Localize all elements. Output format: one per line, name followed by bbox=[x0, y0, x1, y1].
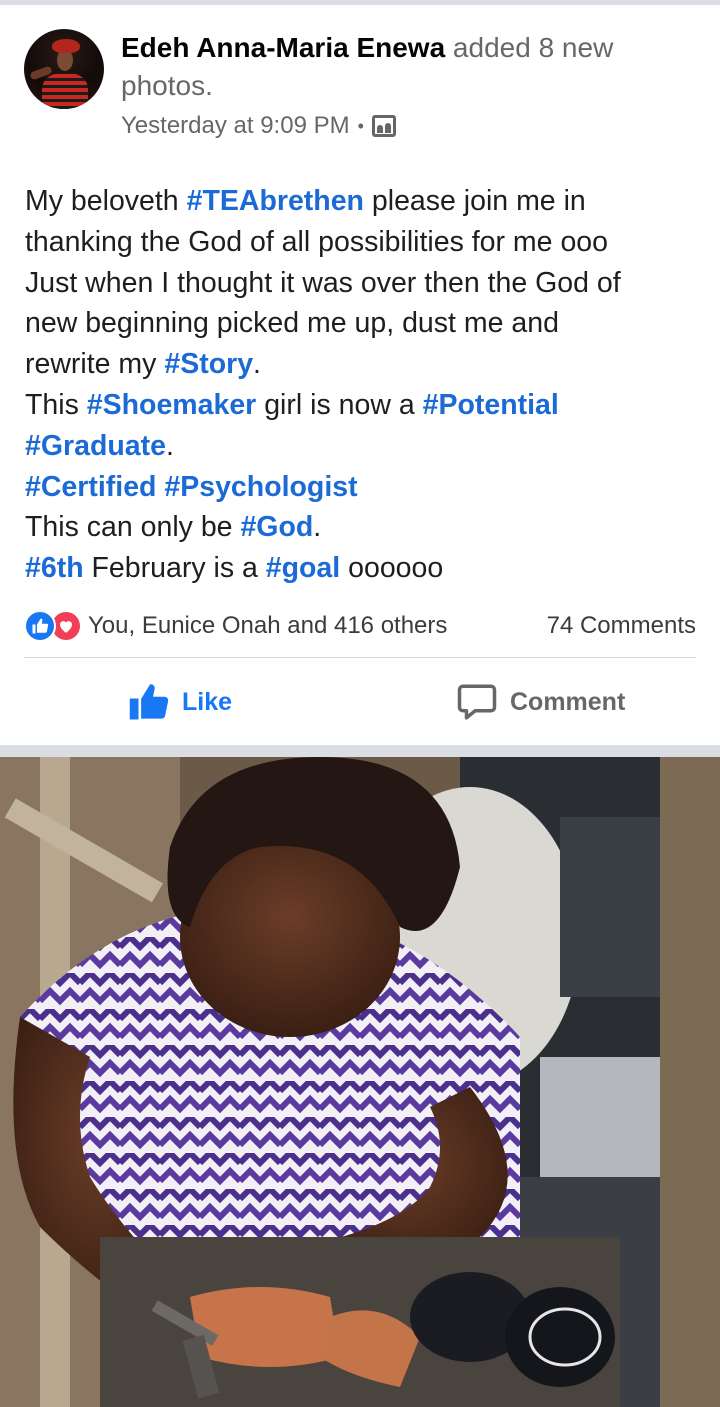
comment-icon bbox=[457, 684, 497, 720]
post-text-segment: . bbox=[253, 348, 261, 381]
post-text-line: new beginning picked me up, dust me and bbox=[25, 303, 705, 344]
like-reaction-icon bbox=[24, 610, 56, 642]
post-text-line: #Certified #Psychologist bbox=[25, 467, 705, 508]
post-text-segment: thanking the God of all possibilities fo… bbox=[25, 225, 608, 258]
post-text-segment: This can only be bbox=[25, 511, 241, 544]
hashtag-link[interactable]: #God bbox=[240, 511, 313, 543]
post-text-segment: . bbox=[165, 429, 174, 462]
hashtag-link[interactable]: #goal bbox=[266, 552, 340, 584]
hashtag-link[interactable]: #Shoemaker bbox=[87, 389, 257, 421]
reactions-summary[interactable]: You, Eunice Onah and 416 others bbox=[88, 612, 447, 640]
post-text-line: Just when I thought it was over then the… bbox=[25, 263, 705, 304]
section-separator bbox=[0, 745, 720, 757]
post-text-line: rewrite my #Story. bbox=[25, 344, 705, 385]
reactions-bar[interactable]: You, Eunice Onah and 416 others 74 Comme… bbox=[24, 608, 696, 644]
post-text-segment: . bbox=[313, 511, 322, 544]
post-text-line: This #Shoemaker girl is now a #Potential bbox=[25, 385, 705, 426]
author-line: Edeh Anna-Maria Enewa added 8 new photos… bbox=[121, 29, 691, 105]
author-name[interactable]: Edeh Anna-Maria Enewa bbox=[121, 32, 445, 63]
hashtag-link[interactable]: #6th bbox=[25, 552, 84, 584]
hashtag-link[interactable]: #Story bbox=[164, 348, 253, 380]
avatar[interactable] bbox=[24, 29, 104, 109]
post-photo[interactable] bbox=[0, 757, 720, 1407]
post-text-segment: rewrite my bbox=[25, 348, 165, 381]
divider bbox=[24, 657, 696, 658]
post-text-line: #Graduate. bbox=[25, 426, 705, 467]
hashtag-link[interactable]: #Psychologist bbox=[164, 471, 357, 503]
post-text-segment: please join me in bbox=[363, 185, 586, 217]
like-button[interactable]: Like bbox=[128, 675, 232, 729]
hashtag-link[interactable]: #TEAbrethen bbox=[187, 185, 364, 217]
post-header: Edeh Anna-Maria Enewa added 8 new photos… bbox=[0, 5, 720, 155]
hashtag-link[interactable]: #Graduate bbox=[25, 430, 166, 462]
post-text-segment: February is a bbox=[83, 552, 266, 585]
thumbs-up-icon bbox=[129, 684, 169, 720]
photo-album-icon bbox=[371, 115, 396, 137]
post-text-segment: Just when I thought it was over then the… bbox=[25, 266, 621, 299]
like-label: Like bbox=[182, 687, 233, 716]
post-text-line: thanking the God of all possibilities fo… bbox=[25, 222, 705, 263]
post-text-segment: oooooo bbox=[340, 552, 444, 585]
post-meta: Yesterday at 9:09 PM • bbox=[121, 111, 396, 141]
post-timestamp[interactable]: Yesterday at 9:09 PM bbox=[121, 112, 350, 140]
post-text-segment: My beloveth bbox=[25, 185, 187, 217]
post-text-segment: new beginning picked me up, dust me and bbox=[25, 307, 559, 340]
post-text-segment: girl is now a bbox=[256, 388, 423, 421]
hashtag-link[interactable]: #Potential bbox=[423, 389, 559, 421]
post-text-segment: This bbox=[25, 388, 87, 421]
post-text-line: #6th February is a #goal oooooo bbox=[25, 548, 705, 589]
hashtag-link[interactable]: #Certified bbox=[25, 471, 156, 503]
shoemaker-photo bbox=[0, 757, 720, 1407]
meta-separator: • bbox=[357, 115, 364, 136]
post-text-line: My beloveth #TEAbrethen please join me i… bbox=[25, 181, 705, 222]
comment-label: Comment bbox=[510, 687, 626, 716]
comment-button[interactable]: Comment bbox=[456, 675, 625, 729]
post-text: My beloveth #TEAbrethen please join me i… bbox=[25, 181, 705, 589]
comments-count[interactable]: 74 Comments bbox=[547, 612, 696, 640]
post-text-line: This can only be #God. bbox=[25, 507, 705, 548]
